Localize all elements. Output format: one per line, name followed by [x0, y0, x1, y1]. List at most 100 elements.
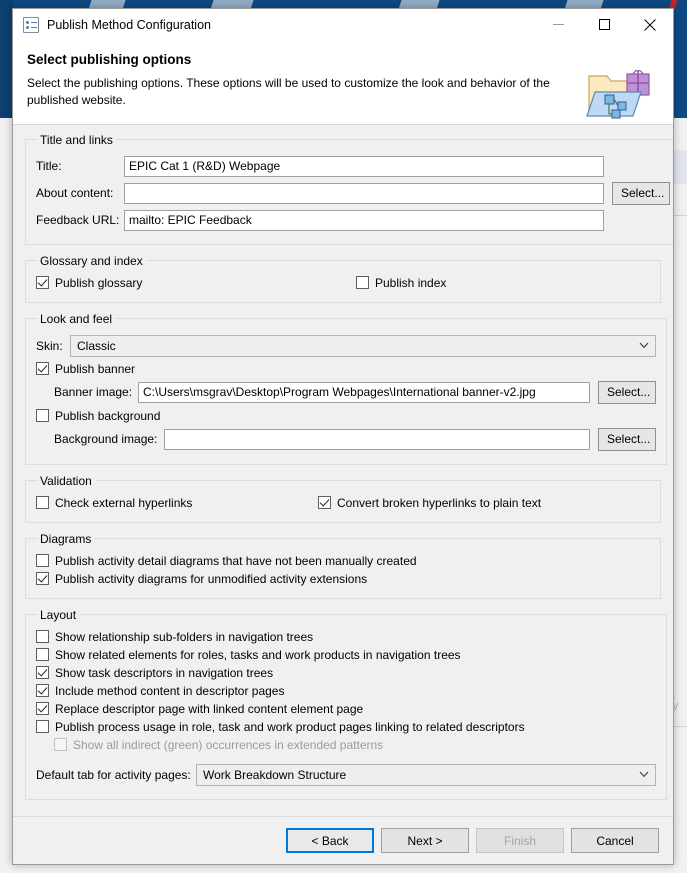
- dialog-body: Title and links Title: About content: Se…: [13, 124, 673, 816]
- about-content-input[interactable]: [124, 182, 604, 204]
- checkbox-glossary-label: Publish glossary: [55, 275, 143, 290]
- checkbox-task-descriptors-box[interactable]: [36, 666, 49, 680]
- checkbox-indirect-occurrences-box: [54, 738, 67, 752]
- checkbox-rel-subfolders-label: Show relationship sub-folders in navigat…: [55, 629, 314, 644]
- checkbox-activity-detail-box[interactable]: [36, 554, 49, 568]
- checkbox-publish-banner[interactable]: Publish banner: [36, 362, 656, 376]
- cancel-button[interactable]: Cancel: [571, 828, 659, 853]
- minimize-icon[interactable]: [535, 10, 581, 40]
- group-layout: Layout Show relationship sub-folders in …: [25, 607, 667, 800]
- checkbox-glossary-box[interactable]: [36, 276, 49, 290]
- background-image-input[interactable]: [164, 428, 590, 450]
- group-diagrams: Diagrams Publish activity detail diagram…: [25, 531, 661, 599]
- group-look-and-feel: Look and feel Skin: Classic Publish bann…: [25, 311, 667, 465]
- config-list-icon: [23, 16, 39, 33]
- title-input[interactable]: [124, 155, 604, 177]
- about-content-select-button[interactable]: Select...: [612, 181, 670, 205]
- checkbox-show-relationship-subfolders[interactable]: Show relationship sub-folders in navigat…: [36, 630, 656, 644]
- chevron-down-icon: [637, 768, 651, 782]
- checkbox-activity-unmodified-label: Publish activity diagrams for unmodified…: [55, 571, 368, 586]
- checkbox-activity-detail-label: Publish activity detail diagrams that ha…: [55, 553, 417, 568]
- field-row-about-content: About content: Select...: [36, 181, 670, 205]
- finish-button: Finish: [476, 828, 564, 853]
- checkbox-publish-activity-detail-diagrams[interactable]: Publish activity detail diagrams that ha…: [36, 554, 650, 568]
- checkbox-related-elements-box[interactable]: [36, 648, 49, 662]
- group-validation: Validation Check external hyperlinks Con…: [25, 473, 661, 523]
- checkbox-show-indirect-occurrences: Show all indirect (green) occurrences in…: [36, 738, 656, 752]
- checkbox-banner-label: Publish banner: [55, 361, 136, 376]
- close-icon[interactable]: [627, 10, 673, 40]
- default-tab-dropdown[interactable]: Work Breakdown Structure: [196, 763, 656, 786]
- checkbox-convert-broken-hyperlinks[interactable]: Convert broken hyperlinks to plain text: [318, 496, 541, 510]
- default-tab-row: Default tab for activity pages: Work Bre…: [36, 763, 656, 786]
- checkbox-show-task-descriptors[interactable]: Show task descriptors in navigation tree…: [36, 666, 656, 680]
- window-title: Publish Method Configuration: [47, 17, 211, 32]
- default-tab-label: Default tab for activity pages:: [36, 767, 191, 782]
- feedback-url-field-label: Feedback URL:: [36, 213, 120, 228]
- dialog-footer: < Back Next > Finish Cancel: [13, 816, 673, 864]
- checkbox-banner-box[interactable]: [36, 362, 49, 376]
- checkbox-index-label: Publish index: [375, 275, 447, 290]
- checkbox-process-usage-label: Publish process usage in role, task and …: [55, 719, 525, 734]
- checkbox-check-external-box[interactable]: [36, 496, 49, 510]
- title-field-label: Title:: [36, 159, 62, 174]
- group-title-and-links: Title and links Title: About content: Se…: [25, 132, 673, 245]
- group-legend-look-and-feel: Look and feel: [40, 311, 113, 326]
- banner-image-row: Banner image: Select...: [36, 380, 656, 404]
- default-tab-dropdown-value: Work Breakdown Structure: [203, 767, 347, 782]
- publish-method-configuration-dialog: Publish Method Configuration Select publ…: [12, 8, 674, 865]
- checkbox-publish-index[interactable]: Publish index: [356, 276, 446, 290]
- checkbox-replace-descriptor-page[interactable]: Replace descriptor page with linked cont…: [36, 702, 656, 716]
- page-description: Select the publishing options. These opt…: [27, 76, 550, 108]
- checkbox-method-content-label: Include method content in descriptor pag…: [55, 683, 285, 698]
- checkbox-convert-broken-box[interactable]: [318, 496, 331, 510]
- dialog-header: Select publishing options Select the pub…: [13, 40, 673, 125]
- checkbox-rel-subfolders-box[interactable]: [36, 630, 49, 644]
- checkbox-publish-activity-diagrams-unmodified[interactable]: Publish activity diagrams for unmodified…: [36, 572, 650, 586]
- checkbox-activity-unmodified-box[interactable]: [36, 572, 49, 586]
- field-row-feedback-url: Feedback URL:: [36, 209, 670, 231]
- checkbox-publish-process-usage[interactable]: Publish process usage in role, task and …: [36, 720, 656, 734]
- back-button[interactable]: < Back: [286, 828, 374, 853]
- checkbox-publish-background[interactable]: Publish background: [36, 409, 656, 423]
- next-button[interactable]: Next >: [381, 828, 469, 853]
- chevron-down-icon: [637, 339, 651, 353]
- checkbox-include-method-content[interactable]: Include method content in descriptor pag…: [36, 684, 656, 698]
- page-title: Select publishing options: [27, 52, 192, 67]
- checkbox-indirect-occurrences-label: Show all indirect (green) occurrences in…: [73, 737, 384, 752]
- checkbox-process-usage-box[interactable]: [36, 720, 49, 734]
- group-legend-layout: Layout: [40, 607, 77, 622]
- background-image-row: Background image: Select...: [36, 427, 656, 451]
- banner-image-input[interactable]: [138, 381, 590, 403]
- feedback-url-input[interactable]: [124, 209, 604, 231]
- checkbox-replace-descriptor-label: Replace descriptor page with linked cont…: [55, 701, 364, 716]
- checkbox-convert-broken-label: Convert broken hyperlinks to plain text: [337, 495, 542, 510]
- background-image-select-button[interactable]: Select...: [598, 427, 656, 451]
- checkbox-replace-descriptor-box[interactable]: [36, 702, 49, 716]
- checkbox-task-descriptors-label: Show task descriptors in navigation tree…: [55, 665, 274, 680]
- maximize-icon[interactable]: [581, 10, 627, 40]
- background-image-label: Background image:: [54, 432, 158, 447]
- skin-dropdown[interactable]: Classic: [70, 334, 656, 357]
- checkbox-show-related-elements[interactable]: Show related elements for roles, tasks a…: [36, 648, 656, 662]
- skin-row: Skin: Classic: [36, 334, 656, 357]
- about-content-field-label: About content:: [36, 186, 114, 201]
- title-bar: Publish Method Configuration: [13, 9, 673, 40]
- group-legend-glossary-and-index: Glossary and index: [40, 253, 143, 268]
- checkbox-check-external-hyperlinks[interactable]: Check external hyperlinks: [36, 496, 318, 510]
- skin-dropdown-value: Classic: [77, 338, 116, 353]
- checkbox-index-box[interactable]: [356, 276, 369, 290]
- checkbox-method-content-box[interactable]: [36, 684, 49, 698]
- banner-image-label: Banner image:: [54, 385, 133, 400]
- checkbox-check-external-label: Check external hyperlinks: [55, 495, 193, 510]
- field-row-title: Title:: [36, 155, 670, 177]
- publish-folder-icon: [585, 62, 657, 124]
- checkbox-related-elements-label: Show related elements for roles, tasks a…: [55, 647, 461, 662]
- group-legend-diagrams: Diagrams: [40, 531, 92, 546]
- checkbox-background-box[interactable]: [36, 409, 49, 423]
- skin-label: Skin:: [36, 338, 63, 353]
- checkbox-background-label: Publish background: [55, 408, 161, 423]
- checkbox-publish-glossary[interactable]: Publish glossary: [36, 276, 356, 290]
- group-legend-validation: Validation: [40, 473, 92, 488]
- banner-image-select-button[interactable]: Select...: [598, 380, 656, 404]
